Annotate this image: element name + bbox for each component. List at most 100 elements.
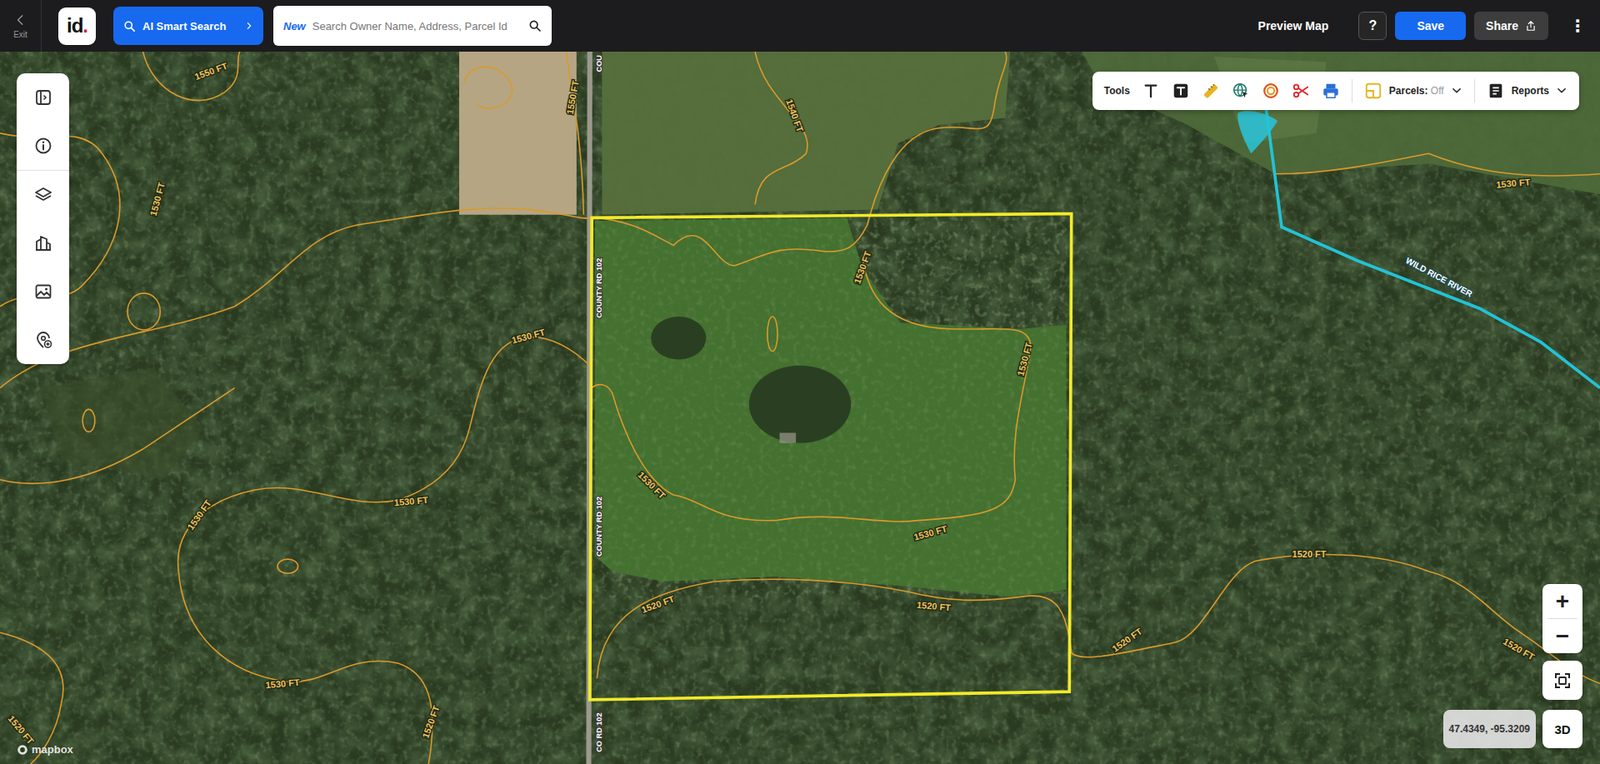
contour-label: 1530 FT [1015,341,1034,378]
contour-label: 1530 FT [185,497,214,532]
print-tool-button[interactable] [1321,81,1340,100]
logo-text: id [66,14,83,38]
chevron-right-icon [245,20,254,32]
globe-tool-button[interactable] [1231,81,1250,100]
image-icon [33,281,54,302]
chevron-down-icon [1450,85,1463,97]
contour-label: 1520 FT [1501,636,1537,663]
search-icon [528,19,542,33]
contour-label: 1530 FT [393,495,429,509]
map-area[interactable]: 1550 FT 1550 FT 1540 FT 1530 FT 1530 FT 1530 … [0,51,1600,764]
road-label: COU [595,55,604,73]
3d-view-button[interactable]: 3D [1542,710,1583,749]
mapbox-logo-icon [16,744,29,756]
contour-label: 1530 FT [148,180,167,217]
image-button[interactable] [16,267,70,316]
reports-label: Reports [1511,85,1550,97]
top-bar: Exit id. AI Smart Search New Preview Map? Sav… [0,0,1600,52]
zoom-out-button[interactable]: − [1542,619,1583,654]
radius-tool-icon [1261,81,1280,100]
road-label: CO RD 102 [595,712,604,752]
report-icon [1486,81,1505,100]
coordinates-display: 47.4349, -95.3209 [1443,710,1536,749]
panel-toggle-button[interactable] [16,73,70,122]
scissors-tool-button[interactable] [1291,81,1310,100]
zoom-in-button[interactable]: + [1542,584,1583,619]
share-button[interactable]: Share [1474,11,1549,40]
fit-bounds-button[interactable] [1542,660,1583,700]
parcels-value: Off [1430,85,1445,97]
exit-label: Exit [13,30,28,40]
contour-label: 1520 FT [420,704,441,740]
contour-label: 1520 FT [1292,549,1327,560]
contour-label: 1530 FT [265,677,300,691]
road-label: COUNTY RD 102 [595,258,604,319]
fit-bounds-icon [1552,670,1573,691]
contour-label: 1550 FT [193,60,230,82]
radius-tool-button[interactable] [1261,81,1280,100]
map-canvas[interactable]: 1550 FT 1550 FT 1540 FT 1530 FT 1530 FT 1530 … [0,51,1600,764]
back-chevron-icon [15,12,27,28]
zoom-control: +− [1542,584,1583,654]
ai-smart-search-button[interactable]: AI Smart Search [113,6,264,45]
text-box-tool-icon [1171,81,1190,100]
add-location-button[interactable] [16,315,70,365]
search-field[interactable]: New [273,5,552,46]
print-tool-icon [1321,81,1340,100]
search-icon [123,20,136,33]
share-label: Share [1485,19,1519,33]
panel-toggle-icon [33,87,54,108]
toolbar-separator [1351,79,1353,103]
search-input[interactable] [310,19,524,34]
logo[interactable]: id. [58,7,96,45]
text-tool-button[interactable] [1141,81,1160,100]
contour-label: 1530 FT [851,249,873,285]
buildings-icon [33,233,54,254]
reports-menu[interactable]: Reports [1486,81,1568,100]
info-icon [33,135,54,156]
ruler-tool-icon [1201,81,1220,100]
tools-label: Tools [1104,85,1130,97]
text-tool-icon [1141,81,1160,100]
contour-label: 1530 FT [510,326,547,345]
road-label: COUNTY RD 102 [595,496,604,557]
contour-label: 1530 FT [1495,176,1531,190]
preview-map-button[interactable]: Preview Map [1258,19,1330,33]
parcels-label: Parcels: [1389,85,1429,97]
ai-smart-search-label: AI Smart Search [142,20,239,33]
more-menu-button[interactable]: ⋮ [1566,15,1589,36]
side-divider [16,170,70,171]
scissors-tool-icon [1291,81,1310,100]
mapbox-label: mapbox [31,743,74,756]
river-label: WILD RICE RIVER [1404,255,1475,300]
contour-label: 1520 FT [1110,625,1145,654]
contour-label: 1520 FT [640,593,676,615]
save-button[interactable]: Save [1395,11,1466,40]
parcel-layer-icon [1364,81,1383,100]
mapbox-attribution[interactable]: mapbox [16,743,74,756]
ruler-tool-button[interactable] [1201,81,1220,100]
share-icon [1525,20,1537,32]
contour-label: 1530 FT [635,470,668,502]
side-toolbar [16,73,70,365]
text-box-tool-button[interactable] [1171,81,1190,100]
buildings-button[interactable] [16,219,70,268]
exit-button[interactable]: Exit [0,0,42,52]
contour-label: 1520 FT [916,600,952,614]
contour-label: 1540 FT [784,97,805,134]
chevron-down-icon [1555,85,1568,97]
new-badge: New [283,20,306,33]
layers-icon [33,185,54,205]
help-button[interactable]: ? [1358,11,1387,40]
add-location-icon [33,330,54,350]
layers-button[interactable] [16,170,70,220]
contour-label: 1530 FT [912,523,949,542]
logo-dot: . [82,14,88,38]
info-button[interactable] [16,121,70,170]
parcels-toggle[interactable]: Parcels: Off [1364,81,1463,100]
parcel-boundary[interactable] [590,213,1072,700]
contour-label: 1550 FT [565,79,581,115]
globe-tool-icon [1231,81,1250,100]
parcels-status: Parcels: Off [1389,85,1445,97]
contour-label: 1520 FT [6,713,37,746]
